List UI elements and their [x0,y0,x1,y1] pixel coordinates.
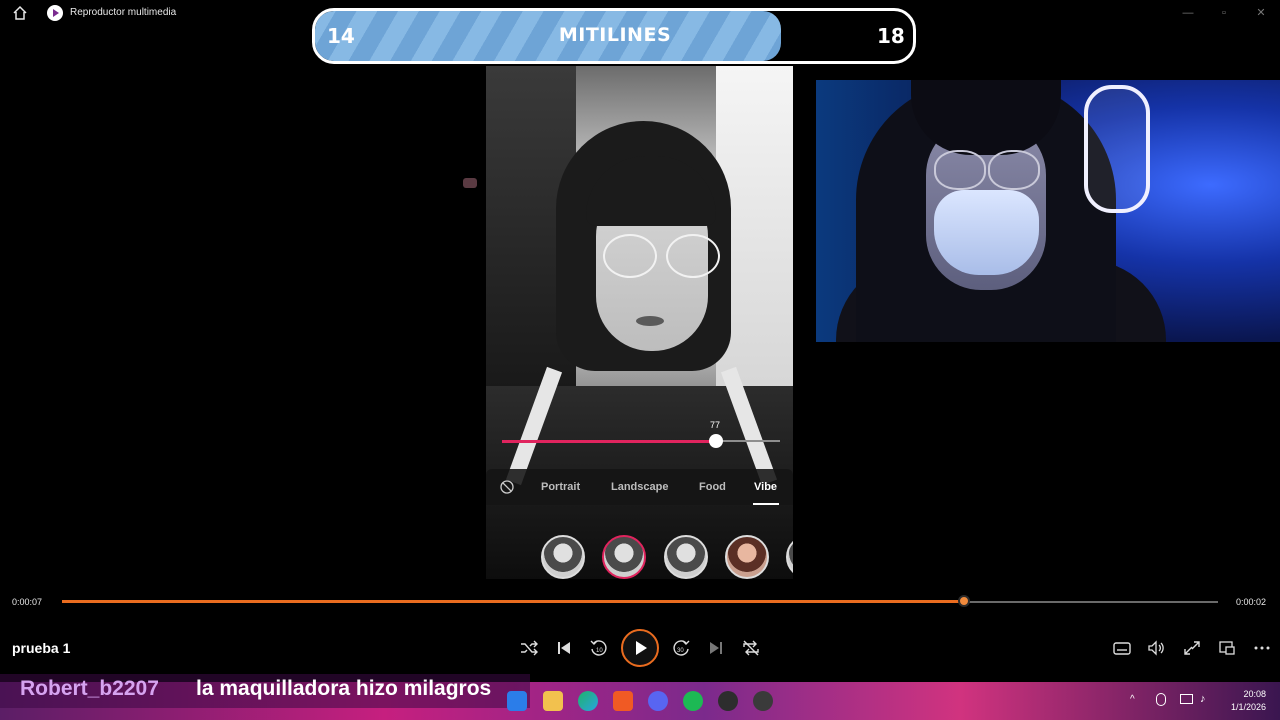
skip-back-10-icon[interactable]: 10 [588,638,610,658]
filter-intensity-knob[interactable] [709,434,724,448]
subtitles-icon[interactable] [1111,638,1133,658]
more-options-icon[interactable] [1251,638,1273,658]
seek-bar-thumb[interactable] [957,595,970,607]
media-title: prueba 1 [12,640,71,656]
minimize-button[interactable]: — [1179,5,1197,21]
mouse-cursor [463,178,477,188]
filter-intensity-fill [502,440,717,443]
filter-intensity-value: 77 [710,420,721,430]
mini-player-icon[interactable] [1216,638,1238,658]
tray-chevron-icon[interactable]: ^ [1130,694,1135,705]
preset-thumbnail-v2[interactable] [602,535,646,579]
elapsed-time: 0:00:07 [12,597,43,607]
webcam-glasses-right [988,150,1040,190]
microphone-icon[interactable] [1156,693,1166,706]
remaining-time: 0:00:02 [1236,597,1267,607]
spotify-icon[interactable] [683,691,703,711]
home-icon[interactable] [12,5,28,21]
scoreboard-right-score: 18 [877,24,905,48]
video-glasses-right [666,234,720,278]
brave-icon[interactable] [613,691,633,711]
category-active-underline [753,503,779,505]
preset-thumbnail-v3[interactable] [664,535,708,579]
category-portrait[interactable]: Portrait [541,481,580,493]
next-icon[interactable] [705,638,727,658]
play-button[interactable] [621,629,659,667]
video-person-mouth [636,316,664,326]
start-icon[interactable] [507,691,527,711]
seek-bar-progress [62,600,964,603]
svg-text:30: 30 [677,648,684,654]
scoreboard-left-score: 14 [327,24,355,48]
no-filter-icon[interactable] [500,480,514,494]
preset-thumbnail-v4[interactable] [725,535,769,579]
webcam-headphones [1084,85,1150,213]
maximize-button[interactable]: ▫ [1215,5,1233,21]
chat-username: Robert_b2207 [20,677,159,700]
preset-thumbnail-v1[interactable] [541,535,585,579]
discord-icon[interactable] [648,691,668,711]
speaker-icon[interactable]: ♪ [1200,693,1206,705]
phone-video: 77 Portrait Landscape Food Vibe V1 V2 V3… [486,66,793,579]
media-player-app-icon [47,5,63,21]
file-explorer-icon[interactable] [543,691,563,711]
category-food[interactable]: Food [699,481,726,493]
category-landscape[interactable]: Landscape [611,481,668,493]
play-icon [636,641,647,655]
shuffle-icon[interactable] [518,638,540,658]
network-icon[interactable] [1180,694,1193,704]
fullscreen-icon[interactable] [1181,638,1203,658]
volume-icon[interactable] [1146,638,1168,658]
edge-icon[interactable] [578,691,598,711]
obs-icon[interactable] [718,691,738,711]
close-button[interactable]: ✕ [1252,5,1270,21]
scoreboard-title: MITILINES [558,24,672,46]
category-vibe[interactable]: Vibe [754,481,777,493]
svg-text:10: 10 [596,648,603,654]
media-player-taskbar-icon[interactable] [753,691,773,711]
webcam-glasses-left [934,150,986,190]
repeat-off-icon[interactable] [740,638,762,658]
clock-date[interactable]: 1/1/2026 [1222,702,1266,712]
clock-time[interactable]: 20:08 [1222,689,1266,699]
video-glasses-left [603,234,657,278]
chat-message: la maquilladora hizo milagros [196,677,492,700]
skip-forward-30-icon[interactable]: 30 [670,638,692,658]
webcam-face-mask [934,190,1039,275]
webcam-feed [816,80,1280,342]
window-title: Reproductor multimedia [70,7,177,18]
previous-icon[interactable] [553,638,575,658]
